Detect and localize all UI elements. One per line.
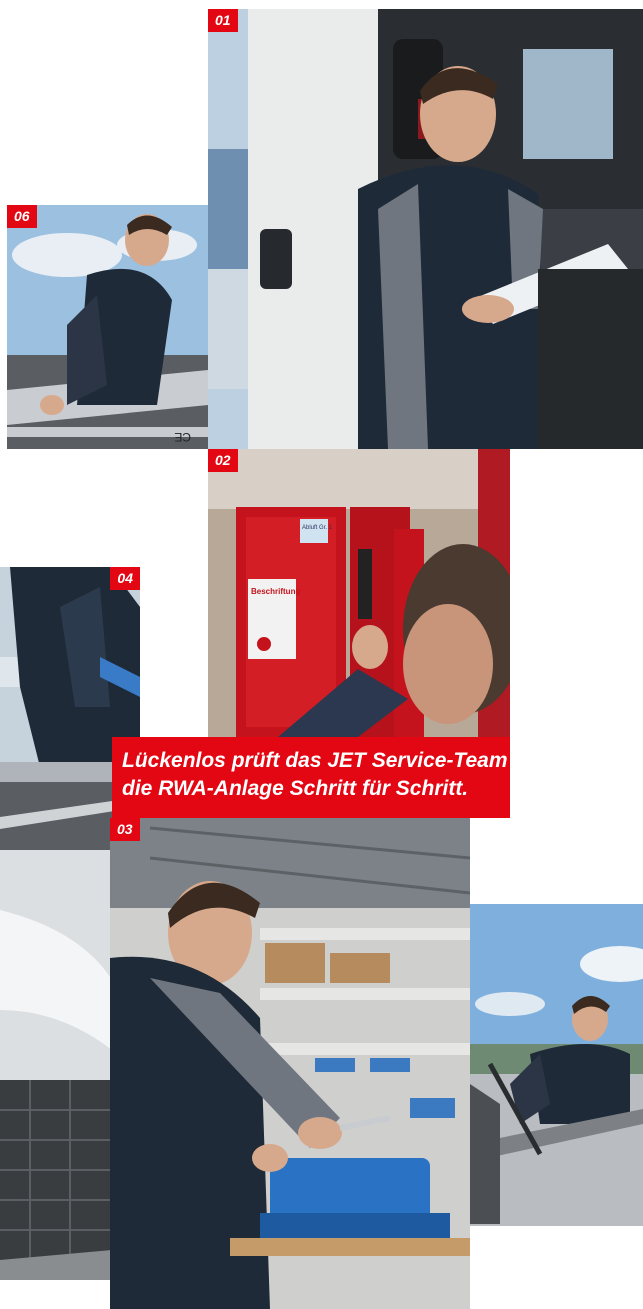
photo-06-label: 06 xyxy=(7,205,37,228)
photo-03-label: 03 xyxy=(110,818,140,841)
photo-vent-closeup xyxy=(0,850,112,1280)
photo-01-image xyxy=(208,9,643,449)
photo-02: Beschriftung Abluft Gr. 1 02 xyxy=(208,449,510,737)
photo-04-label: 04 xyxy=(110,567,140,590)
photo-05 xyxy=(470,904,643,1226)
photo-03: 03 xyxy=(110,818,470,1309)
photo-06: CE 06 xyxy=(7,205,208,449)
caption-line-2: die RWA-Anlage Schritt für Schritt. xyxy=(122,777,469,800)
photo-05-image xyxy=(470,904,643,1226)
caption-box: Lückenlos prüft das JET Service-Team die… xyxy=(112,737,510,818)
photo-01: 01 xyxy=(208,9,643,449)
photo-03-image xyxy=(110,818,470,1309)
photo-01-label: 01 xyxy=(208,9,238,32)
caption-line-1: Lückenlos prüft das JET Service-Team xyxy=(122,749,508,772)
svg-text:CE: CE xyxy=(174,430,191,444)
photo-06-image: CE xyxy=(7,205,208,449)
photo-02-image: Beschriftung Abluft Gr. 1 xyxy=(208,449,510,737)
cabinet-sign-title: Beschriftung xyxy=(251,587,300,596)
cabinet-sign-small: Abluft Gr. 1 xyxy=(302,525,333,531)
photo-02-label: 02 xyxy=(208,449,238,472)
photo-vent-image xyxy=(0,850,112,1280)
